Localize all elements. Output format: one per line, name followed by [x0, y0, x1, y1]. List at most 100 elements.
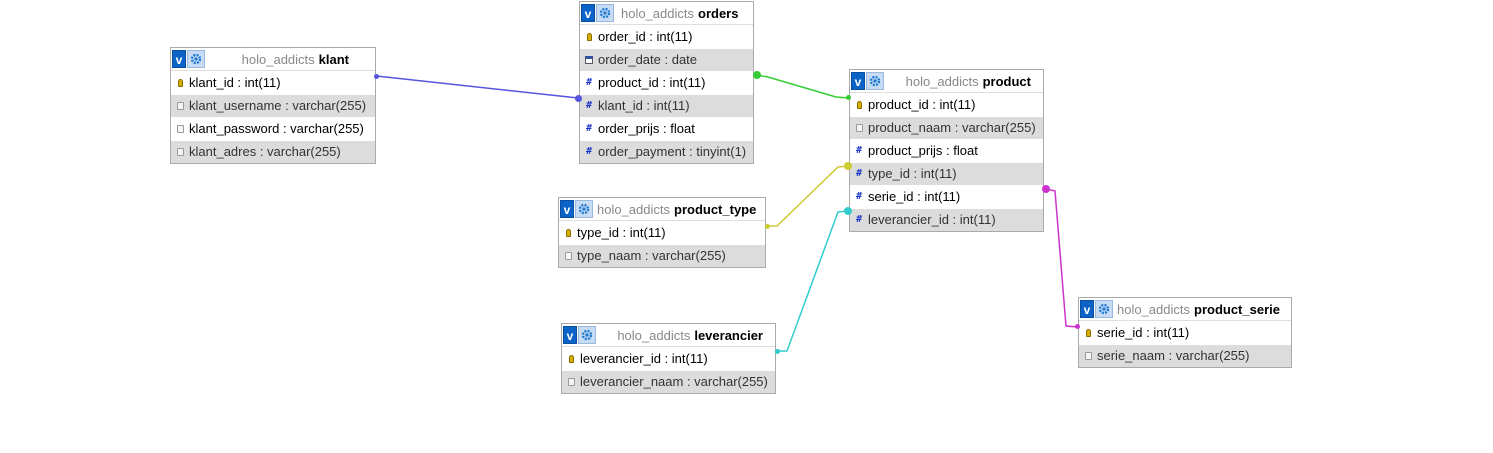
field-row[interactable]: # leverancier_id : int(11): [850, 208, 1043, 231]
table-name: klant: [318, 51, 349, 67]
field-label: leverancier_id : int(11): [868, 212, 996, 227]
field-row[interactable]: # klant_id : int(11): [580, 94, 753, 117]
field-label: order_date : date: [598, 52, 698, 67]
field-row[interactable]: type_id : int(11): [559, 221, 765, 244]
relation-endpoint-dot: [844, 162, 852, 170]
text-icon: [563, 251, 573, 261]
database-name: holo_addicts: [597, 201, 670, 217]
field-row[interactable]: product_id : int(11): [850, 93, 1043, 116]
table-name: leverancier: [694, 327, 763, 343]
toggle-button[interactable]: v: [563, 326, 577, 344]
relation-orders-product: [755, 74, 850, 99]
field-row[interactable]: product_naam : varchar(255): [850, 116, 1043, 139]
relation-klant-orders: [375, 75, 579, 99]
table-header[interactable]: v holo_addicts product: [850, 70, 1043, 93]
gear-icon[interactable]: [596, 4, 614, 22]
key-icon: [563, 228, 573, 238]
field-row[interactable]: serie_id : int(11): [1079, 321, 1291, 344]
key-icon: [854, 100, 864, 110]
key-icon: [175, 78, 185, 88]
gear-icon[interactable]: [866, 72, 884, 90]
number-icon: #: [585, 100, 593, 111]
relation-endpoint-dot: [753, 71, 761, 79]
table-header[interactable]: v holo_addicts orders: [580, 2, 753, 25]
table-product[interactable]: v holo_addicts product product_id : int(…: [849, 69, 1044, 232]
table-klant[interactable]: v holo_addicts klant klant_id : int(11) …: [170, 47, 376, 164]
database-name: holo_addicts: [241, 51, 315, 67]
relation-endpoint-dot: [575, 95, 582, 102]
field-label: order_prijs : float: [598, 121, 695, 136]
key-icon: [584, 32, 594, 42]
field-label: klant_adres : varchar(255): [189, 144, 341, 159]
field-label: serie_naam : varchar(255): [1097, 348, 1250, 363]
field-label: type_naam : varchar(255): [577, 248, 726, 263]
gear-icon[interactable]: [575, 200, 593, 218]
table-name: product_serie: [1194, 301, 1280, 317]
relation-endpoint-dot: [846, 95, 851, 100]
table-orders[interactable]: v holo_addicts orders order_id : int(11)…: [579, 1, 754, 164]
relation-endpoint-dot: [1075, 324, 1080, 329]
field-row[interactable]: # order_payment : tinyint(1): [580, 140, 753, 163]
table-header[interactable]: v holo_addicts klant: [171, 48, 375, 71]
table-header[interactable]: v holo_addicts leverancier: [562, 324, 775, 347]
field-row[interactable]: klant_username : varchar(255): [171, 94, 375, 117]
gear-icon[interactable]: [578, 326, 596, 344]
toggle-button[interactable]: v: [581, 4, 595, 22]
field-label: type_id : int(11): [868, 166, 957, 181]
text-icon: [854, 123, 864, 133]
field-label: leverancier_naam : varchar(255): [580, 374, 768, 389]
number-icon: #: [855, 214, 863, 225]
field-label: order_payment : tinyint(1): [598, 144, 747, 159]
relation-leverancier-product: [777, 210, 849, 352]
table-header[interactable]: v holo_addicts product_type: [559, 198, 765, 221]
text-icon: [175, 147, 185, 157]
number-icon: #: [855, 191, 863, 202]
relation-endpoint-dot: [765, 224, 770, 229]
number-icon: #: [855, 168, 863, 179]
key-icon: [1083, 328, 1093, 338]
number-icon: #: [585, 146, 593, 157]
field-row[interactable]: order_id : int(11): [580, 25, 753, 48]
field-label: product_id : int(11): [598, 75, 706, 90]
table-header[interactable]: v holo_addicts product_serie: [1079, 298, 1291, 321]
field-row[interactable]: klant_adres : varchar(255): [171, 140, 375, 163]
database-name: holo_addicts: [1117, 301, 1190, 317]
database-name: holo_addicts: [621, 5, 694, 21]
relation-endpoint-dot: [775, 349, 780, 354]
field-label: product_prijs : float: [868, 143, 978, 158]
field-row[interactable]: # order_prijs : float: [580, 117, 753, 140]
toggle-button[interactable]: v: [851, 72, 865, 90]
date-icon: [584, 55, 594, 65]
number-icon: #: [585, 77, 593, 88]
relation-endpoint-dot: [1042, 185, 1050, 193]
table-name: orders: [698, 5, 739, 21]
field-row[interactable]: leverancier_id : int(11): [562, 347, 775, 370]
field-label: klant_password : varchar(255): [189, 121, 364, 136]
toggle-button[interactable]: v: [1080, 300, 1094, 318]
relation-product-serie-product: [1045, 188, 1079, 328]
table-product-serie[interactable]: v holo_addicts product_serie serie_id : …: [1078, 297, 1292, 368]
relation-endpoint-dot: [374, 74, 379, 79]
field-label: product_naam : varchar(255): [868, 120, 1036, 135]
field-label: serie_id : int(11): [1097, 325, 1190, 340]
field-row[interactable]: klant_id : int(11): [171, 71, 375, 94]
toggle-button[interactable]: v: [560, 200, 574, 218]
field-row[interactable]: klant_password : varchar(255): [171, 117, 375, 140]
table-name: product_type: [674, 201, 757, 217]
table-product-type[interactable]: v holo_addicts product_type type_id : in…: [558, 197, 766, 268]
field-row[interactable]: # product_id : int(11): [580, 71, 753, 94]
database-name: holo_addicts: [617, 327, 691, 343]
field-row[interactable]: type_naam : varchar(255): [559, 244, 765, 267]
field-row[interactable]: # type_id : int(11): [850, 162, 1043, 185]
field-row[interactable]: leverancier_naam : varchar(255): [562, 370, 775, 393]
field-label: klant_username : varchar(255): [189, 98, 367, 113]
gear-icon[interactable]: [187, 50, 205, 68]
gear-icon[interactable]: [1095, 300, 1113, 318]
toggle-button[interactable]: v: [172, 50, 186, 68]
table-leverancier[interactable]: v holo_addicts leverancier leverancier_i…: [561, 323, 776, 394]
key-icon: [566, 354, 576, 364]
field-row[interactable]: # product_prijs : float: [850, 139, 1043, 162]
field-row[interactable]: serie_naam : varchar(255): [1079, 344, 1291, 367]
field-row[interactable]: order_date : date: [580, 48, 753, 71]
field-row[interactable]: # serie_id : int(11): [850, 185, 1043, 208]
